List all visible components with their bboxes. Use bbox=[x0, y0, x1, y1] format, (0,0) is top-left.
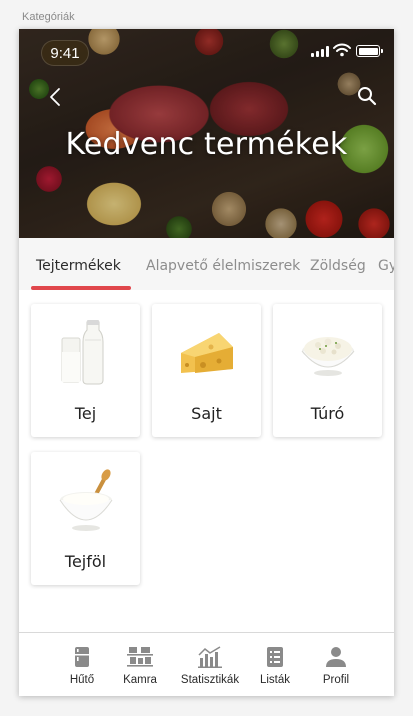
nav-label: Statisztikák bbox=[180, 674, 240, 686]
hero-header-image: 9:41 Kedvenc termékek bbox=[19, 29, 394, 238]
nav-label: Listák bbox=[259, 674, 291, 686]
nav-item-kamra[interactable]: Kamra bbox=[118, 633, 162, 696]
nav-item-huto[interactable]: Hűtő bbox=[62, 633, 102, 696]
product-card-tej[interactable]: Tej bbox=[31, 304, 140, 437]
nav-label: Kamra bbox=[123, 674, 157, 686]
product-grid: Tej Sajt Túró Tejföl bbox=[19, 290, 394, 632]
tab-alapveto-elelmiszerek[interactable]: Alapvető élelmiszerek bbox=[146, 238, 300, 290]
nav-item-profil[interactable]: Profil bbox=[316, 633, 356, 696]
product-card-sajt[interactable]: Sajt bbox=[152, 304, 261, 437]
product-label: Tejföl bbox=[64, 552, 107, 571]
wifi-icon bbox=[333, 43, 351, 57]
product-label: Sajt bbox=[191, 404, 222, 423]
statistics-icon bbox=[197, 645, 223, 669]
tab-tejtermekek[interactable]: Tejtermékek bbox=[36, 238, 121, 290]
product-card-tejfol[interactable]: Tejföl bbox=[31, 452, 140, 585]
profile-icon bbox=[323, 645, 349, 669]
nav-item-listak[interactable]: Listák bbox=[255, 633, 295, 696]
status-time: 9:41 bbox=[41, 40, 89, 66]
artboard-label: Kategóriák bbox=[22, 11, 75, 23]
battery-icon bbox=[356, 45, 383, 57]
status-bar: 9:41 bbox=[19, 29, 394, 73]
nav-label: Hűtő bbox=[69, 674, 95, 686]
fridge-icon bbox=[69, 645, 95, 669]
product-label: Tej bbox=[74, 404, 97, 423]
list-icon bbox=[262, 645, 288, 669]
tab-zoldseg[interactable]: Zöldség bbox=[310, 238, 366, 290]
sour-cream-icon bbox=[31, 466, 140, 536]
cheese-icon bbox=[152, 318, 261, 388]
page-title: Kedvenc termékek bbox=[65, 127, 348, 162]
category-tab-bar: Tejtermékek Alapvető élelmiszerek Zöldsé… bbox=[19, 238, 394, 290]
pantry-icon bbox=[127, 645, 153, 669]
milk-icon bbox=[31, 318, 140, 388]
search-icon[interactable] bbox=[356, 85, 378, 107]
signal-icon bbox=[311, 46, 329, 57]
bottom-navigation: Hűtő Kamra Statisztikák Listák Profil bbox=[19, 632, 394, 696]
nav-item-statisztikak[interactable]: Statisztikák bbox=[178, 633, 242, 696]
tab-gy[interactable]: Gy bbox=[378, 238, 394, 290]
product-card-turo[interactable]: Túró bbox=[273, 304, 382, 437]
nav-label: Profil bbox=[322, 674, 350, 686]
product-label: Túró bbox=[310, 404, 345, 423]
back-chevron-icon[interactable] bbox=[45, 85, 65, 109]
cottage-cheese-icon bbox=[273, 318, 382, 388]
phone-screen: 9:41 Kedvenc termékek Tejtermékek Alapve… bbox=[19, 29, 394, 696]
